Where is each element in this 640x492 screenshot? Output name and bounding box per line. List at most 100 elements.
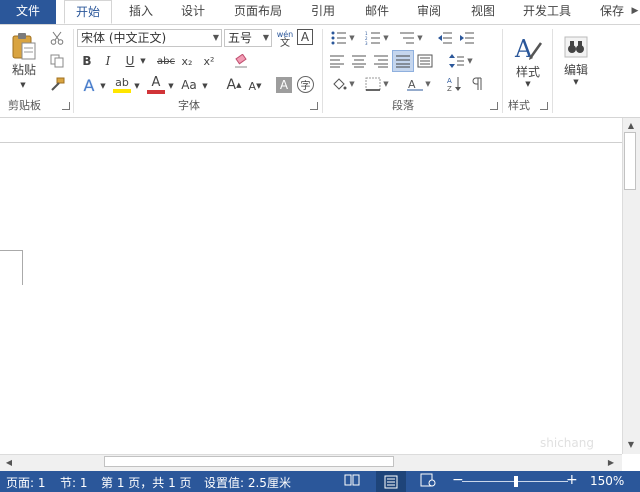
line-spacing-icon — [449, 54, 465, 68]
font-launcher-icon[interactable] — [310, 102, 318, 110]
distributed-icon[interactable] — [416, 52, 434, 70]
align-left-icon[interactable] — [328, 52, 346, 70]
borders-button[interactable]: ▼ — [362, 75, 392, 93]
horizontal-scroll-thumb[interactable] — [104, 456, 394, 467]
paste-button[interactable]: 粘贴 — [6, 29, 42, 79]
align-center-icon[interactable] — [350, 52, 368, 70]
font-name-value: 宋体 (中文正文) — [81, 31, 167, 45]
read-mode-icon[interactable] — [344, 473, 362, 489]
tab-design[interactable]: 设计 — [172, 0, 214, 24]
font-color-dropdown-icon[interactable]: ▼ — [166, 77, 176, 95]
status-section[interactable]: 节: 1 — [60, 474, 88, 491]
multilevel-list-button[interactable]: ▼ — [396, 29, 426, 47]
tab-references[interactable]: 引用 — [302, 0, 344, 24]
bullets-icon — [331, 31, 347, 45]
show-formatting-icon[interactable] — [468, 75, 486, 93]
font-name-select[interactable]: 宋体 (中文正文) ▼ — [77, 29, 222, 47]
chevron-down-icon: ▼ — [212, 33, 219, 42]
line-spacing-button[interactable]: ▼ — [446, 52, 476, 70]
svg-text:3: 3 — [365, 41, 368, 45]
format-painter-icon[interactable] — [48, 75, 66, 93]
scroll-down-icon[interactable]: ▼ — [624, 438, 638, 452]
clear-formatting-icon[interactable] — [232, 52, 250, 70]
shading-button[interactable]: ▼ — [328, 75, 358, 93]
group-divider — [502, 29, 503, 113]
underline-button[interactable]: U — [122, 52, 138, 70]
strikethrough-button[interactable]: abc — [154, 52, 178, 70]
group-divider — [322, 29, 323, 113]
binoculars-icon — [564, 36, 588, 57]
phonetic-guide-button[interactable]: wén 文 — [275, 28, 295, 50]
zoom-level[interactable]: 150% — [590, 474, 624, 488]
styles-button[interactable]: A 样式 ▼ — [508, 29, 548, 91]
zoom-out-icon[interactable]: − — [452, 472, 464, 488]
shrink-font-button[interactable]: A ▼ — [246, 77, 264, 95]
editing-button[interactable]: 编辑 ▼ — [558, 29, 594, 91]
status-setting[interactable]: 设置值: 2.5厘米 — [204, 474, 291, 491]
font-size-select[interactable]: 五号 ▼ — [224, 29, 272, 47]
paragraph-launcher-icon[interactable] — [490, 102, 498, 110]
subscript-button[interactable]: x₂ — [179, 52, 195, 70]
scroll-up-icon[interactable]: ▲ — [624, 119, 638, 133]
bold-button[interactable]: B — [79, 52, 95, 70]
tab-developer[interactable]: 开发工具 — [514, 0, 580, 24]
increase-indent-icon[interactable] — [458, 29, 476, 47]
align-right-icon[interactable] — [372, 52, 390, 70]
print-layout-icon[interactable] — [376, 471, 406, 492]
decrease-indent-icon[interactable] — [436, 29, 454, 47]
ruler — [0, 118, 622, 143]
justify-icon[interactable] — [392, 50, 414, 72]
scroll-right-icon[interactable]: ▶ — [604, 456, 618, 470]
enclose-characters-button[interactable]: 字 — [297, 76, 314, 93]
clipboard-launcher-icon[interactable] — [62, 102, 70, 110]
superscript-button[interactable]: x² — [200, 52, 218, 70]
cut-icon[interactable] — [48, 29, 66, 47]
status-page[interactable]: 页面: 1 — [6, 474, 46, 491]
italic-button[interactable]: I — [100, 52, 116, 70]
text-effect-button[interactable]: A — [80, 75, 98, 95]
tab-mailings[interactable]: 邮件 — [356, 0, 398, 24]
tab-save[interactable]: 保存 — [592, 0, 632, 24]
zoom-slider-thumb[interactable] — [514, 476, 518, 487]
tab-review[interactable]: 审阅 — [408, 0, 450, 24]
change-case-button[interactable]: Aa — [178, 75, 200, 95]
highlight-button[interactable]: ab — [112, 73, 132, 95]
ribbon-tab-bar: 文件 开始 插入 设计 页面布局 引用 邮件 审阅 视图 开发工具 保存 ▶ — [0, 0, 640, 25]
numbering-icon: 123 — [365, 31, 381, 45]
ribbon: 粘贴 ▼ 剪贴板 宋体 (中文正文) ▼ 五号 ▼ wén 文 A B I U … — [0, 25, 640, 118]
chinese-layout-icon: A — [407, 78, 424, 91]
tab-view[interactable]: 视图 — [462, 0, 504, 24]
copy-icon[interactable] — [48, 52, 66, 70]
tab-home[interactable]: 开始 — [64, 0, 112, 24]
grow-font-button[interactable]: A ▲ — [224, 75, 244, 95]
underline-dropdown-icon[interactable]: ▼ — [138, 52, 148, 70]
sort-icon[interactable]: AZ — [446, 75, 464, 93]
font-color-button[interactable]: A — [146, 73, 166, 95]
shrink-font-label: A — [248, 79, 257, 93]
tab-scroll-right-icon[interactable]: ▶ — [630, 4, 640, 18]
font-color-swatch — [147, 89, 165, 94]
tab-file[interactable]: 文件 — [0, 0, 56, 24]
numbering-button[interactable]: 123 ▼ — [362, 29, 392, 47]
highlight-dropdown-icon[interactable]: ▼ — [132, 77, 142, 95]
text-effect-dropdown-icon[interactable]: ▼ — [98, 77, 108, 95]
document-canvas[interactable] — [0, 143, 622, 453]
styles-launcher-icon[interactable] — [540, 102, 548, 110]
status-page-count[interactable]: 第 1 页，共 1 页 — [101, 474, 192, 491]
page-margin-marker — [0, 250, 23, 285]
scroll-left-icon[interactable]: ◀ — [2, 456, 16, 470]
chinese-layout-button[interactable]: A ▼ — [404, 75, 434, 93]
bullets-button[interactable]: ▼ — [328, 29, 358, 47]
change-case-dropdown-icon[interactable]: ▼ — [200, 77, 210, 95]
character-border-label: A — [300, 30, 310, 44]
web-layout-icon[interactable] — [420, 473, 438, 489]
paint-bucket-icon — [333, 78, 347, 90]
highlight-color-swatch — [113, 88, 131, 93]
zoom-in-icon[interactable]: + — [566, 472, 578, 488]
paste-dropdown-icon[interactable]: ▼ — [18, 81, 28, 89]
vertical-scroll-thumb[interactable] — [624, 132, 636, 190]
character-border-button[interactable]: A — [297, 29, 313, 45]
tab-layout[interactable]: 页面布局 — [226, 0, 290, 24]
character-shading-button[interactable]: A — [276, 77, 292, 93]
tab-insert[interactable]: 插入 — [120, 0, 162, 24]
